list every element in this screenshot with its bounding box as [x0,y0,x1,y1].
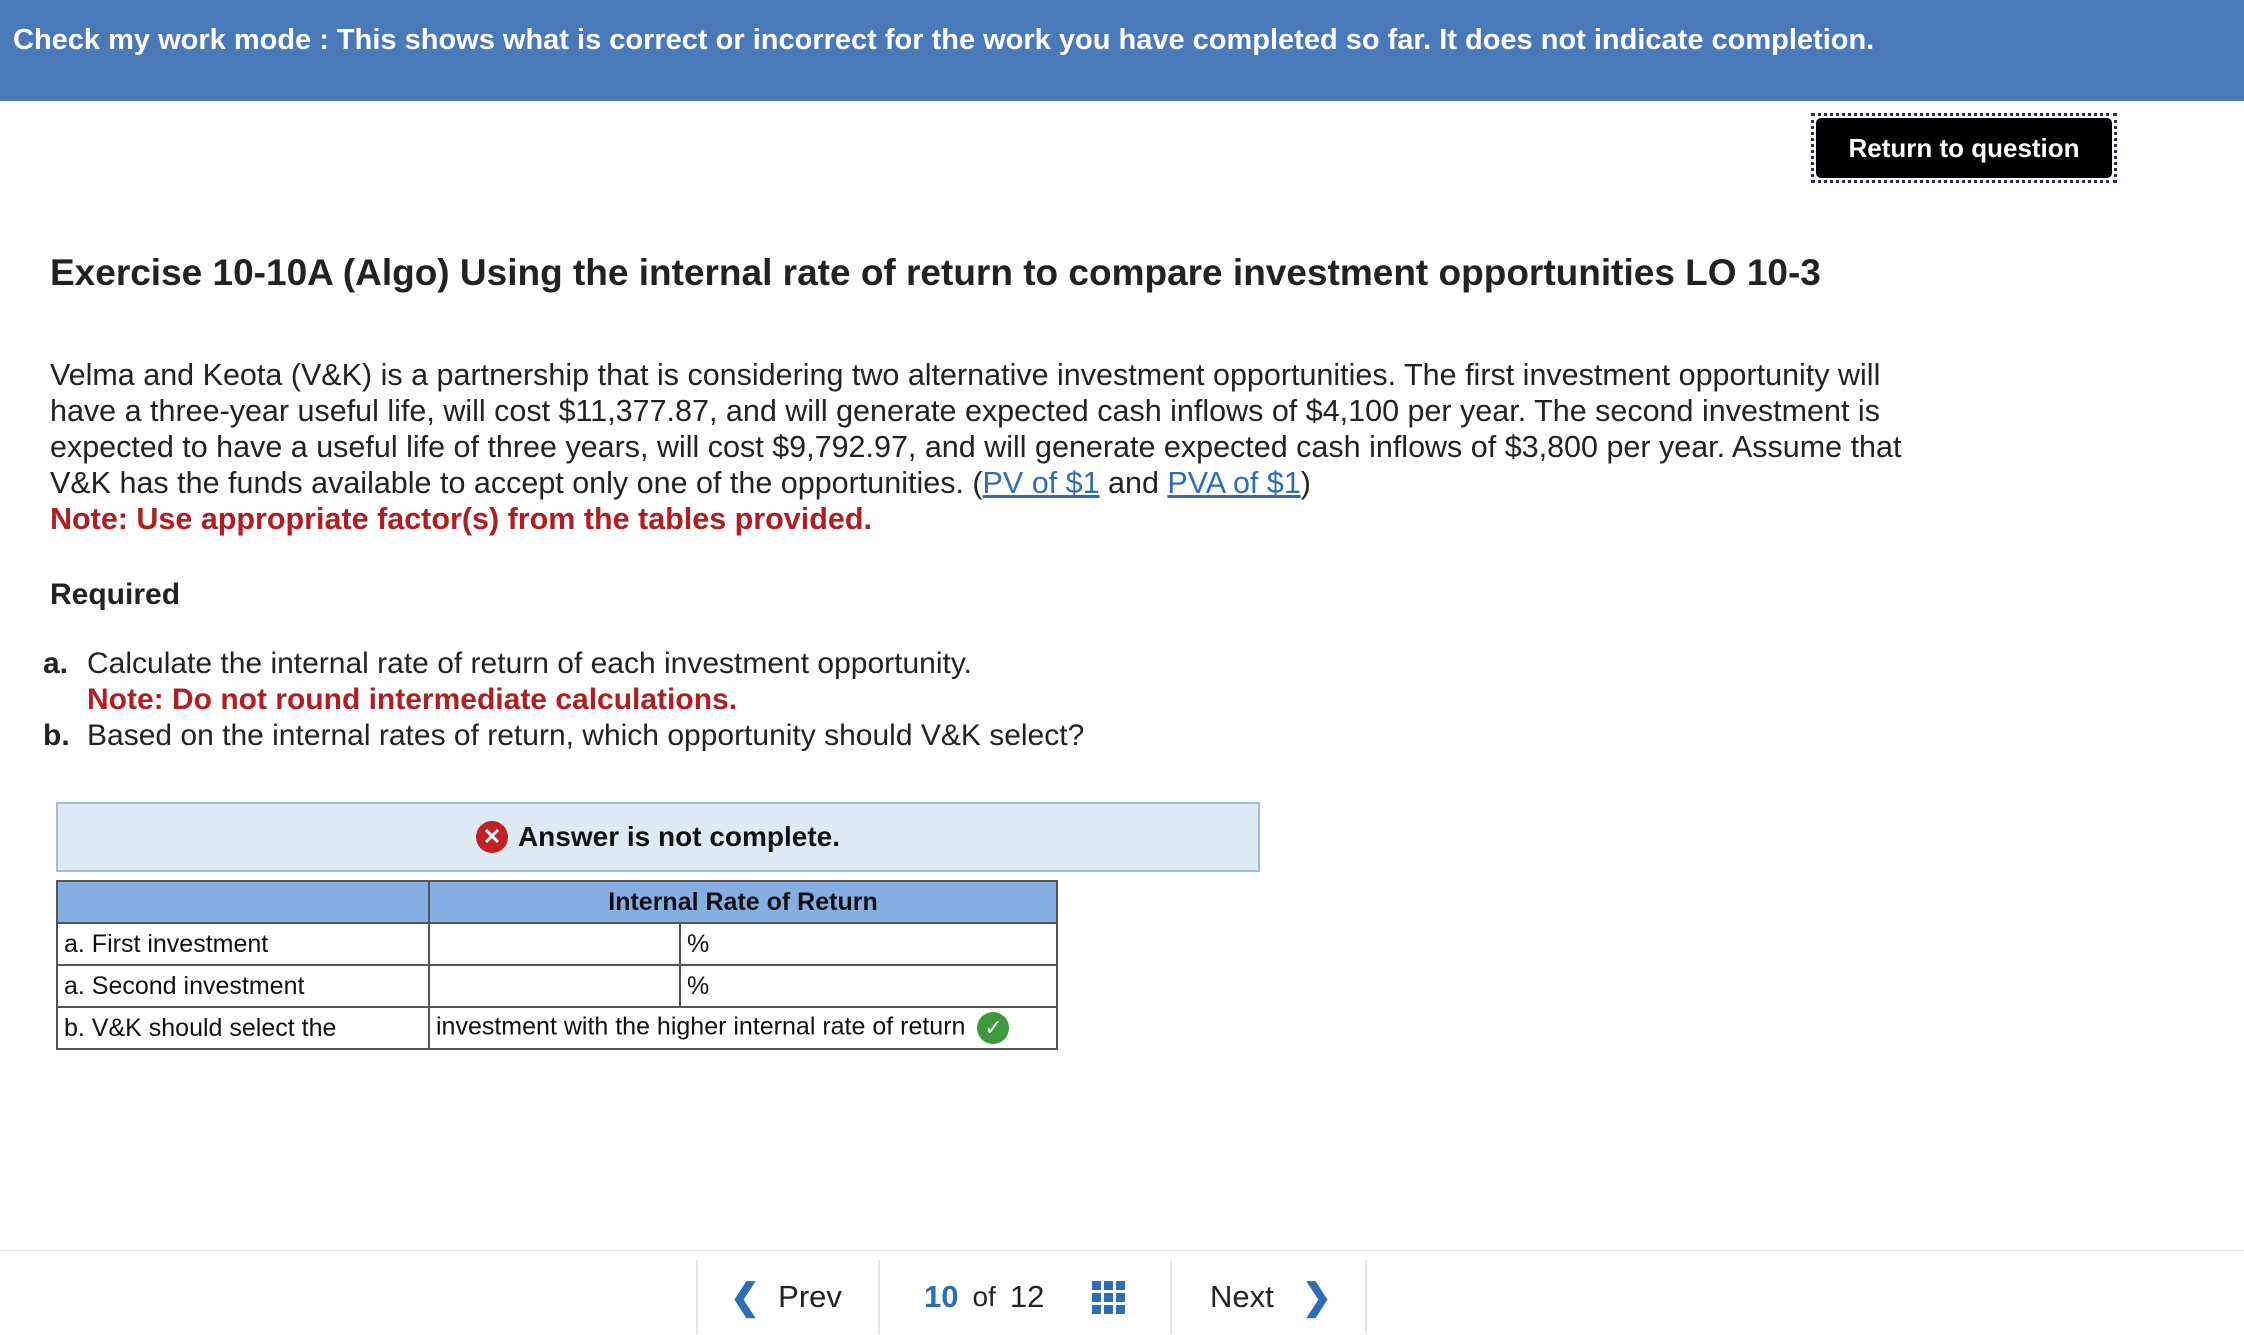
current-page: 10 [924,1279,959,1314]
item-a-note: Note: Do not round intermediate calculat… [87,683,738,716]
next-label: Next [1210,1279,1274,1314]
first-investment-irr-input[interactable] [428,922,681,966]
exercise-intro: Velma and Keota (V&K) is a partnership t… [50,357,1950,537]
percent-unit: % [679,922,1058,966]
row-label: a. Second investment [56,964,430,1008]
table-row: b. V&K should select the investment with… [56,1006,1058,1050]
exercise-title: Exercise 10-10A (Algo) Using the interna… [50,252,1821,293]
selection-answer-cell[interactable]: investment with the higher internal rate… [428,1006,1058,1050]
prev-label: Prev [778,1279,842,1314]
page-of: of [972,1281,996,1312]
nav-divider [696,1260,698,1334]
row-label: b. V&K should select the [56,1006,430,1050]
return-button-focus-ring: Return to question [1811,113,2117,183]
row-label: a. First investment [56,922,430,966]
incorrect-x-icon: ✕ [475,821,508,853]
factor-note: Note: Use appropriate factor(s) from the… [50,502,872,536]
banner-text: Check my work mode : This shows what is … [13,24,1875,56]
required-heading: Required [50,578,181,611]
item-a-body: Calculate the internal rate of return of… [87,646,972,718]
table-header-row: Internal Rate of Return [56,880,1058,924]
nav-divider [878,1260,880,1334]
answer-table: Internal Rate of Return a. First investm… [56,880,1058,1050]
required-item-b: b. Based on the internal rates of return… [43,718,1084,754]
return-to-question-button[interactable]: Return to question [1816,118,2112,178]
required-item-a: a. Calculate the internal rate of return… [43,646,1084,718]
prev-button[interactable]: ❮ Prev [730,1260,842,1334]
nav-divider [1170,1260,1172,1334]
second-investment-irr-input[interactable] [428,964,681,1008]
check-my-work-banner: Check my work mode : This shows what is … [0,0,2244,101]
grid-icon[interactable] [1092,1280,1126,1314]
next-button[interactable]: Next ❯ [1210,1260,1332,1334]
item-letter: b. [43,719,70,752]
page-indicator[interactable]: 10 of 12 [924,1260,1126,1334]
intro-paragraph: Velma and Keota (V&K) is a partnership t… [50,357,1950,501]
chevron-right-icon: ❯ [1301,1276,1332,1317]
header-irr: Internal Rate of Return [428,880,1058,924]
item-b-text: Based on the internal rates of return, w… [87,719,1085,752]
total-pages: 12 [1009,1279,1045,1314]
item-letter: a. [43,647,69,680]
nav-divider [1365,1260,1367,1334]
header-empty-cell [56,880,430,924]
correct-check-icon: ✓ [977,1012,1010,1044]
percent-unit: % [679,964,1058,1008]
item-a-text: Calculate the internal rate of return of… [87,647,972,680]
chevron-left-icon: ❮ [730,1276,761,1317]
and-text: and [1099,466,1168,500]
close-paren: ) [1300,466,1311,500]
selection-answer-text: investment with the higher internal rate… [436,1012,966,1041]
answer-status-box: ✕ Answer is not complete. [56,802,1260,872]
pva-of-1-link[interactable]: PVA of $1 [1167,466,1300,500]
pv-of-1-link[interactable]: PV of $1 [983,466,1100,500]
answer-status-text: Answer is not complete. [517,821,841,852]
required-list: a. Calculate the internal rate of return… [43,646,1084,754]
table-row: a. Second investment % [56,964,1058,1008]
intro-text: Velma and Keota (V&K) is a partnership t… [50,358,1902,500]
table-row: a. First investment % [56,922,1058,966]
